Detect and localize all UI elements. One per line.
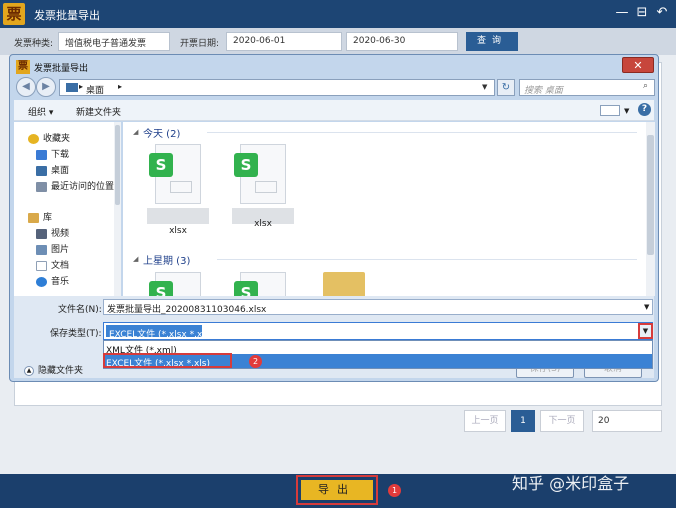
option-excel-callout bbox=[103, 353, 232, 368]
star-icon bbox=[28, 133, 39, 144]
chevron-down-icon[interactable]: ▼ bbox=[644, 303, 649, 311]
export-button-label: 导出 bbox=[301, 480, 373, 500]
group-divider bbox=[217, 259, 637, 260]
nav-pictures[interactable]: 图片 bbox=[36, 242, 69, 256]
file-scrollbar-thumb[interactable] bbox=[647, 135, 654, 255]
group-header-today[interactable]: 今天 (2) bbox=[143, 125, 180, 140]
back-button[interactable]: ↶ bbox=[654, 5, 670, 21]
group-header-last-week[interactable]: 上星期 (3) bbox=[143, 252, 190, 267]
file-name-blurred bbox=[147, 208, 209, 224]
chevron-down-icon[interactable]: ▼ bbox=[638, 323, 653, 339]
dialog-title: 发票批量导出 bbox=[34, 64, 89, 74]
navigation-pane: 收藏夹 下载 桌面 最近访问的位置 库 视频 图片 文档 音乐 bbox=[14, 122, 121, 296]
excel-file-icon[interactable]: S bbox=[234, 272, 286, 296]
folder-icon[interactable] bbox=[323, 272, 365, 296]
nav-music[interactable]: 音乐 bbox=[36, 274, 69, 288]
file-extension: xlsx bbox=[169, 226, 187, 236]
nav-downloads[interactable]: 下载 bbox=[36, 147, 69, 161]
nav-library[interactable]: 库 bbox=[28, 210, 52, 224]
toolbar: 组织 ▾ 新建文件夹 ▼ ? bbox=[14, 100, 654, 121]
collapse-icon[interactable]: ◢ bbox=[133, 128, 138, 136]
breadcrumb-separator: ▸ bbox=[118, 82, 123, 91]
date-end-input[interactable]: 2020-06-30 bbox=[346, 32, 458, 51]
search-input[interactable]: 搜索 桌面 bbox=[519, 79, 655, 96]
nav-documents[interactable]: 文档 bbox=[36, 258, 69, 272]
excel-file-icon[interactable]: S bbox=[149, 272, 201, 296]
chevron-down-icon[interactable]: ▼ bbox=[482, 83, 487, 91]
desktop-icon bbox=[36, 165, 47, 176]
back-arrow-icon[interactable]: ◀ bbox=[16, 77, 36, 97]
app-titlebar bbox=[0, 0, 676, 28]
download-folder-icon bbox=[36, 149, 47, 160]
app-icon: 票 bbox=[16, 60, 30, 74]
step-badge-1: 1 bbox=[388, 484, 401, 497]
filetype-selected-value: EXCEL文件 (*.xlsx *.xls) bbox=[109, 330, 214, 340]
breadcrumb[interactable]: 桌面 bbox=[86, 83, 104, 96]
music-icon bbox=[36, 276, 47, 287]
collapse-icon[interactable]: ◢ bbox=[133, 255, 138, 263]
date-start-input[interactable]: 2020-06-01 bbox=[226, 32, 342, 51]
nav-videos[interactable]: 视频 bbox=[36, 226, 69, 240]
step-badge-2: 2 bbox=[249, 355, 262, 368]
filetype-label: 保存类型(T): bbox=[50, 329, 102, 339]
filter-bar: 发票种类: 增值税电子普通发票 开票日期: 2020-06-01 2020-06… bbox=[0, 28, 676, 55]
excel-file-icon[interactable]: S bbox=[234, 144, 286, 204]
hide-folders-toggle[interactable]: ▲ 隐藏文件夹 bbox=[24, 363, 83, 376]
invoice-type-label: 发票种类: bbox=[14, 39, 54, 49]
export-button[interactable]: 导出 bbox=[296, 475, 378, 505]
app-logo: 票 bbox=[3, 3, 25, 25]
nav-favorites[interactable]: 收藏夹 bbox=[28, 131, 70, 145]
minimize-button[interactable]: — bbox=[614, 5, 630, 21]
breadcrumb-separator: ▸ bbox=[79, 82, 84, 91]
view-options-icon[interactable] bbox=[600, 105, 620, 116]
filename-input[interactable]: 发票批量导出_20200831103046.xlsx bbox=[103, 299, 653, 315]
date-label: 开票日期: bbox=[180, 39, 220, 49]
restore-button[interactable]: ⊟ bbox=[634, 5, 650, 21]
app-title: 发票批量导出 bbox=[34, 9, 100, 22]
nav-recent[interactable]: 最近访问的位置 bbox=[36, 179, 114, 193]
document-icon bbox=[36, 260, 47, 271]
excel-file-icon[interactable]: S bbox=[149, 144, 201, 204]
video-icon bbox=[36, 228, 47, 239]
pagination: 上一页 1 下一页 20 bbox=[14, 404, 662, 440]
address-bar[interactable]: ▸ 桌面 ▸ bbox=[59, 79, 495, 96]
file-extension: xlsx bbox=[254, 219, 272, 229]
forward-arrow-icon[interactable]: ▶ bbox=[36, 77, 56, 97]
refresh-icon[interactable]: ↻ bbox=[497, 79, 515, 96]
picture-icon bbox=[36, 244, 47, 255]
new-folder-button[interactable]: 新建文件夹 bbox=[76, 105, 121, 118]
search-icon: ⌕ bbox=[643, 81, 649, 91]
watermark: 知乎 @米印盒子 bbox=[512, 474, 630, 493]
next-page-button[interactable]: 下一页 bbox=[540, 410, 584, 432]
close-button[interactable]: ✕ bbox=[622, 57, 654, 73]
chevron-up-icon: ▲ bbox=[24, 365, 34, 376]
recent-places-icon bbox=[36, 181, 47, 192]
save-dialog: 票 发票批量导出 ✕ ◀ ▶ ▸ 桌面 ▸ ▼ ↻ 搜索 桌面 ⌕ 组织 ▾ 新… bbox=[9, 54, 659, 382]
organize-menu[interactable]: 组织 ▾ bbox=[28, 105, 53, 118]
nav-desktop[interactable]: 桌面 bbox=[36, 163, 69, 177]
file-list: ◢ 今天 (2) S xlsx S xlsx ◢ 上星期 (3) S S bbox=[123, 122, 651, 296]
filename-label: 文件名(N): bbox=[58, 305, 102, 315]
prev-page-button[interactable]: 上一页 bbox=[464, 410, 506, 432]
chevron-down-icon[interactable]: ▼ bbox=[624, 107, 629, 115]
library-icon bbox=[28, 212, 39, 223]
query-button[interactable]: 查询 bbox=[466, 32, 518, 51]
help-icon[interactable]: ? bbox=[638, 103, 651, 116]
page-1-button[interactable]: 1 bbox=[511, 410, 535, 432]
desktop-icon bbox=[66, 83, 78, 92]
invoice-type-select[interactable]: 增值税电子普通发票 bbox=[58, 32, 170, 51]
group-divider bbox=[207, 132, 637, 133]
page-size-select[interactable]: 20 bbox=[592, 410, 662, 432]
nav-scrollbar-thumb[interactable] bbox=[115, 125, 120, 205]
